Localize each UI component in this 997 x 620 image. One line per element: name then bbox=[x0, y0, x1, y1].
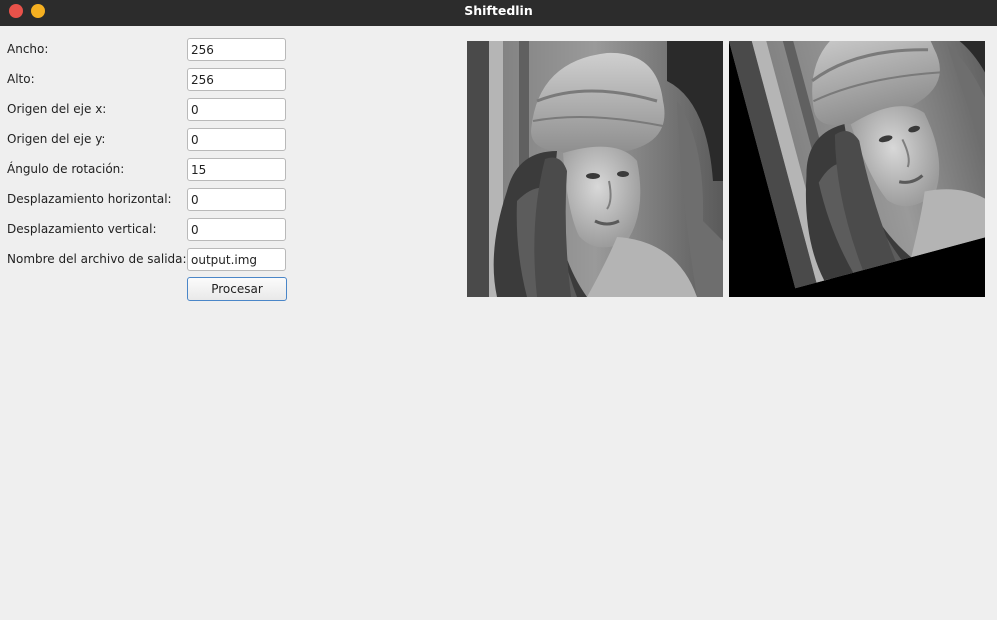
y-origin-input[interactable] bbox=[187, 128, 286, 151]
rotated-image bbox=[729, 41, 985, 297]
y-origin-label: Origen del eje y: bbox=[7, 132, 106, 146]
width-input[interactable] bbox=[187, 38, 286, 61]
height-input[interactable] bbox=[187, 68, 286, 91]
height-label: Alto: bbox=[7, 72, 35, 86]
vertical-shift-input[interactable] bbox=[187, 218, 286, 241]
horizontal-shift-label: Desplazamiento horizontal: bbox=[7, 192, 172, 206]
title-bar: Shiftedlin bbox=[0, 0, 997, 26]
output-filename-input[interactable] bbox=[187, 248, 286, 271]
original-image bbox=[467, 41, 723, 297]
vertical-shift-label: Desplazamiento vertical: bbox=[7, 222, 157, 236]
output-filename-label: Nombre del archivo de salida: bbox=[7, 252, 187, 266]
x-origin-label: Origen del eje x: bbox=[7, 102, 107, 116]
x-origin-input[interactable] bbox=[187, 98, 286, 121]
rotation-angle-label: Ángulo de rotación: bbox=[7, 162, 125, 176]
window-title: Shiftedlin bbox=[464, 3, 533, 18]
process-button[interactable]: Procesar bbox=[187, 277, 287, 301]
rotation-angle-input[interactable] bbox=[187, 158, 286, 181]
horizontal-shift-input[interactable] bbox=[187, 188, 286, 211]
width-label: Ancho: bbox=[7, 42, 49, 56]
